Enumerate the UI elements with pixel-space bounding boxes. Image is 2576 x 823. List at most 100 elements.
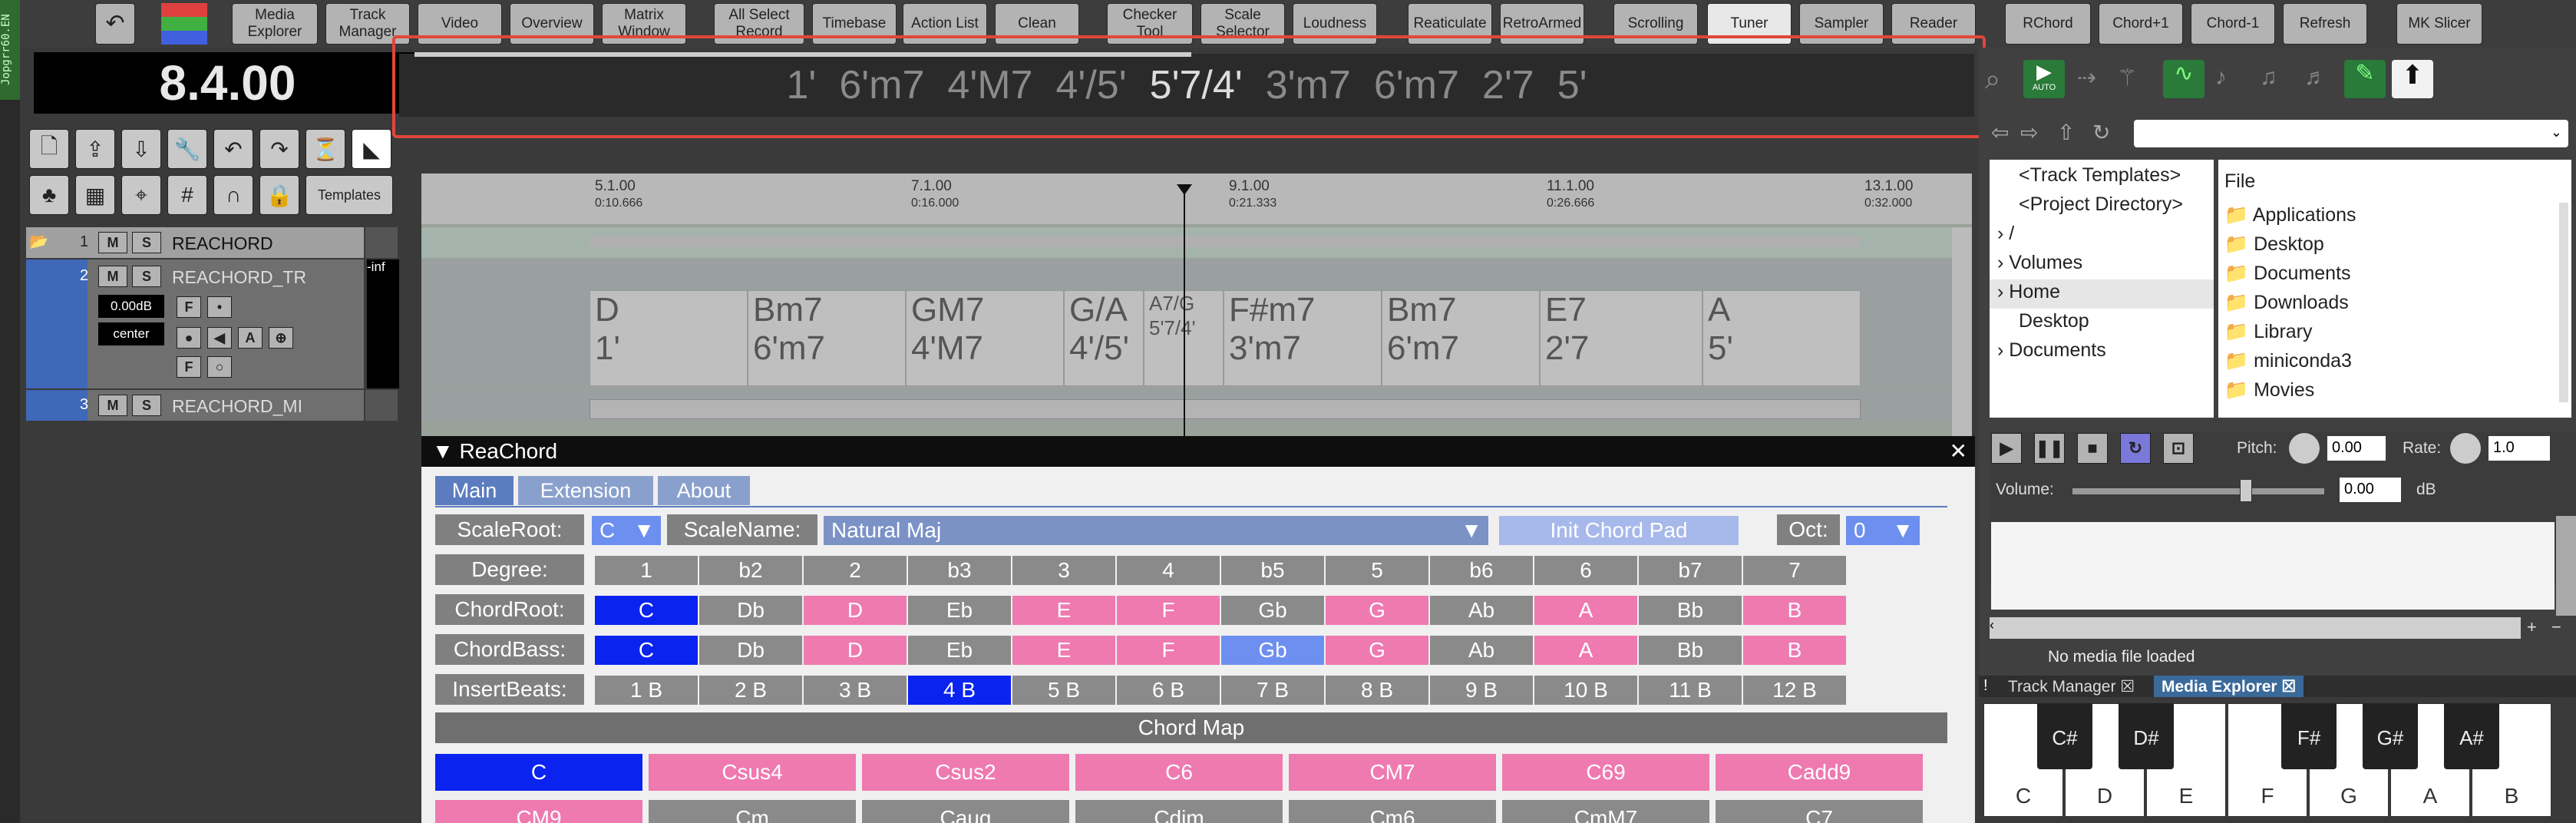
mute-button[interactable]: M [98,395,127,416]
open-project-icon[interactable]: ⇪ [75,129,115,169]
file-item[interactable]: 📁 Applications [2224,204,2356,226]
file-list-scrollbar[interactable] [2559,203,2568,402]
volume-slider-track[interactable] [2072,488,2324,494]
chord-bass-cell[interactable]: E [1012,636,1115,665]
tree-item[interactable]: › Documents [1997,339,2106,362]
chord-bass-cell[interactable]: Bb [1639,636,1742,665]
insert-beats-cell[interactable]: 9 B [1430,676,1533,705]
chord-map-cell[interactable]: Csus4 [649,754,856,791]
insert-beats-cell[interactable]: 5 B [1012,676,1115,705]
insert-beats-cell[interactable]: 3 B [804,676,907,705]
toolbar-button-timebase[interactable]: Timebase [812,3,897,45]
track-row-1[interactable]: 📂 1 M S REACHORD [26,227,364,258]
chord-bass-cell[interactable]: Db [699,636,802,665]
brush-icon[interactable]: ✎ [2344,60,2386,98]
loop-icon[interactable]: ∩ [213,175,253,215]
toolbar-button-reader[interactable]: Reader [1891,3,1976,45]
chord-root-cell[interactable]: E [1012,596,1115,625]
volume-slider-handle[interactable] [2240,479,2252,502]
scroll-left-icon[interactable]: ‹ [1990,617,1994,633]
solo-button[interactable]: S [132,395,161,416]
tab-media-explorer[interactable]: Media Explorer ☒ [2154,676,2304,697]
toolbar-button-scale-selector[interactable]: Scale Selector [1200,3,1285,45]
refresh-icon[interactable]: ↻ [2092,120,2110,145]
insert-beats-cell[interactable]: 10 B [1534,676,1637,705]
chord-root-cell[interactable]: B [1743,596,1846,625]
file-item[interactable]: 📁 Desktop [2224,233,2324,256]
tab-extension[interactable]: Extension [518,476,653,505]
reachord-titlebar[interactable]: ▼ ReaChord ✕ [421,436,1975,467]
close-icon[interactable]: ☒ [2120,678,2135,696]
new-project-icon[interactable]: 🗋 [29,129,69,169]
preview-scrollbar[interactable] [2556,516,2576,616]
zoom-in-icon[interactable]: + [2527,617,2537,637]
toolbar-button-reaticulate[interactable]: Reaticulate [1408,3,1492,45]
back-arrow-icon[interactable]: ⇦ [1991,120,2009,145]
chord-bass-cell[interactable]: D [804,636,907,665]
piano-black-key[interactable]: A# [2444,703,2499,769]
mute-button[interactable]: M [98,266,127,287]
degree-cell[interactable]: 2 [804,556,907,585]
chord-root-cell[interactable]: Gb [1221,596,1324,625]
toolbar-button-retroarmed[interactable]: RetroArmed [1500,3,1584,45]
degree-cell[interactable]: b6 [1430,556,1533,585]
toolbar-button-track-manager[interactable]: Track Manager [325,3,410,45]
piano-black-key[interactable]: G# [2363,703,2418,769]
degree-cell[interactable]: b3 [908,556,1011,585]
file-item[interactable]: 📁 Movies [2224,379,2314,402]
chord-root-cell[interactable]: D [804,596,907,625]
fx-button[interactable]: F [177,296,201,318]
pause-icon[interactable]: ❚❚ [2034,433,2065,464]
rate-knob[interactable] [2450,433,2481,464]
midi-item[interactable] [590,399,1861,419]
toolbar-button-scrolling[interactable]: Scrolling [1613,3,1698,45]
tempo-match-icon[interactable]: ⊡ [2163,433,2194,464]
chord-item[interactable]: D 1' [590,290,748,386]
fx-chain-icon[interactable]: F [177,356,201,378]
tree-item[interactable]: › Volumes [1997,252,2082,274]
chord-map-cell[interactable]: CM7 [1289,754,1496,791]
chord-bass-cell[interactable]: C [595,636,698,665]
insert-beats-cell[interactable]: 4 B [908,676,1011,705]
playhead-marker-icon[interactable] [1177,184,1192,195]
tree-item[interactable]: Desktop [2019,310,2089,332]
file-column-header[interactable]: File [2224,170,2255,193]
track-name[interactable]: REACHORD_TR [172,267,306,288]
snap-cursor-icon[interactable]: ◣ [352,129,391,169]
track-name[interactable]: REACHORD [172,233,273,254]
phase-icon[interactable]: ○ [207,356,232,378]
file-item[interactable]: 📁 Documents [2224,263,2351,285]
toolbar-button-overview[interactable]: Overview [510,3,594,45]
chord-root-cell[interactable]: Bb [1639,596,1742,625]
toolbar-button-sampler[interactable]: Sampler [1799,3,1884,45]
save-project-icon[interactable]: ⇩ [121,129,161,169]
snap-grid-icon[interactable]: # [167,175,207,215]
ripple-icon[interactable]: ♣ [29,175,69,215]
chord-bass-cell[interactable]: Gb [1221,636,1324,665]
templates-button[interactable]: Templates [305,175,393,215]
toolbar-button-action-list[interactable]: Action List [903,3,987,45]
toolbar-button-clean[interactable]: Clean [995,3,1079,45]
chord-map-cell[interactable]: C69 [1502,754,1709,791]
toolbar-button-tuner[interactable]: Tuner [1707,3,1792,45]
speaker-icon[interactable]: ◀ [207,327,232,349]
piano-black-key[interactable]: C# [2037,703,2092,769]
chord-root-cell[interactable]: Db [699,596,802,625]
timeline-ruler[interactable]: 5.1.00 0:10.666 7.1.00 0:16.000 9.1.00 0… [421,174,1972,224]
tab-main[interactable]: Main [435,476,514,505]
chord-root-cell[interactable]: C [595,596,698,625]
chord-bass-cell[interactable]: F [1117,636,1220,665]
chord-map-cell[interactable]: C6 [1075,754,1283,791]
grid-icon[interactable]: ▦ [75,175,115,215]
insert-beats-cell[interactable]: 7 B [1221,676,1324,705]
chord-root-cell[interactable]: F [1117,596,1220,625]
insert-beats-cell[interactable]: 1 B [595,676,698,705]
tab-about[interactable]: About [658,476,750,505]
volume-readout[interactable]: 0.00dB [98,295,164,318]
degree-cell[interactable]: 3 [1012,556,1115,585]
chord-map-cell[interactable]: Cdim [1075,800,1283,823]
volume-field[interactable]: 0.00 [2340,478,2401,502]
chord-item[interactable]: E7 2'7 [1540,290,1702,386]
degree-cell[interactable]: 1 [595,556,698,585]
chord-item[interactable]: G/A 4'/5' [1064,290,1144,386]
